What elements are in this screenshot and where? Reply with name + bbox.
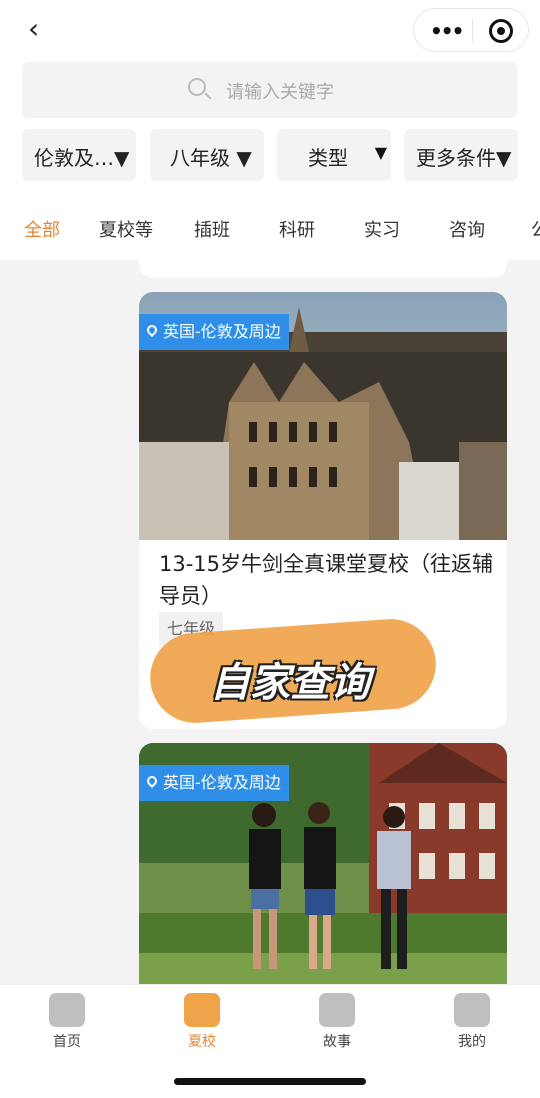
tab-research[interactable]: 科研 xyxy=(279,216,315,242)
location-tag: 英国-伦敦及周边 xyxy=(139,314,289,350)
filter-more[interactable]: 更多条件▼ xyxy=(404,129,518,181)
tab-more[interactable]: 公 xyxy=(531,216,540,242)
chevron-down-icon: ▼ xyxy=(374,143,387,162)
nav-stories-label: 故事 xyxy=(323,1034,351,1050)
nav-home-label: 首页 xyxy=(53,1034,81,1050)
tab-internship[interactable]: 实习 xyxy=(364,216,400,242)
nav-summer-label: 夏校 xyxy=(188,1034,216,1050)
nav-stories[interactable]: 故事 xyxy=(302,993,372,1051)
filter-grade-label: 八年级 ▼ xyxy=(170,146,252,170)
watermark-sticker: 自家查询 xyxy=(147,606,440,726)
location-tag: 英国-伦敦及周边 xyxy=(139,765,289,801)
location-text: 英国-伦敦及周边 xyxy=(163,322,281,341)
card-title: 13-15岁牛剑全真课堂夏校（往返辅导员） xyxy=(159,552,494,608)
program-card[interactable]: 英国-伦敦及周边 xyxy=(139,743,507,1003)
search-icon xyxy=(188,78,206,96)
tab-transfer[interactable]: 插班 xyxy=(194,216,230,242)
filter-type[interactable]: 类型 ▼ xyxy=(277,129,391,181)
card-photo-cambridge: 英国-伦敦及周边 xyxy=(139,292,507,540)
location-text: 英国-伦敦及周边 xyxy=(163,773,281,792)
mini-program-capsule: ••• xyxy=(413,8,529,52)
card-photo-students: 英国-伦敦及周边 xyxy=(139,743,507,991)
nav-mine[interactable]: 我的 xyxy=(437,993,507,1051)
filter-region[interactable]: 伦敦及…▼ xyxy=(22,129,136,181)
nav-mine-label: 我的 xyxy=(458,1034,486,1050)
watermark-text: 自家查询 xyxy=(210,660,370,706)
nav-home[interactable]: 首页 xyxy=(32,993,102,1051)
more-dots-icon[interactable]: ••• xyxy=(430,19,464,43)
filter-type-label: 类型 xyxy=(308,146,348,170)
tab-consult[interactable]: 咨询 xyxy=(449,216,485,242)
target-circle-icon[interactable] xyxy=(489,19,513,43)
heart-chat-icon xyxy=(319,993,355,1027)
capsule-divider xyxy=(472,19,473,43)
tab-all[interactable]: 全部 xyxy=(24,216,60,242)
search-input[interactable]: 请输入关键字 xyxy=(22,62,517,118)
filter-region-label: 伦敦及…▼ xyxy=(34,146,130,170)
graduation-cap-icon xyxy=(184,993,220,1027)
chevron-left-icon[interactable]: ‹ xyxy=(28,14,58,44)
top-bar: ‹ ••• 请输入关键字 伦敦及…▼ 八年级 ▼ 类型 ▼ 更多条件▼ 全部 夏校… xyxy=(0,0,540,260)
location-pin-icon xyxy=(144,322,160,338)
nav-summer[interactable]: 夏校 xyxy=(167,993,237,1051)
user-icon xyxy=(454,993,490,1027)
tab-summer[interactable]: 夏校等 xyxy=(99,216,153,242)
location-pin-icon xyxy=(144,773,160,789)
filter-grade[interactable]: 八年级 ▼ xyxy=(150,129,264,181)
home-indicator xyxy=(174,1078,366,1085)
filter-more-label: 更多条件▼ xyxy=(416,146,512,170)
home-icon xyxy=(49,993,85,1027)
search-placeholder: 请输入关键字 xyxy=(226,82,334,103)
previous-card-bottom xyxy=(139,240,507,278)
